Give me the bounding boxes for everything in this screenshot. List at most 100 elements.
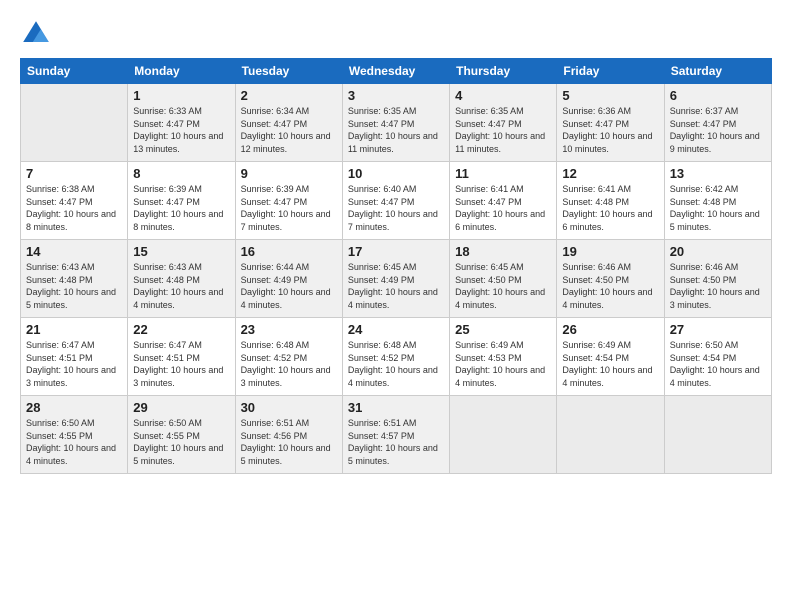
day-number: 20 [670, 244, 766, 259]
day-info: Sunrise: 6:44 AMSunset: 4:49 PMDaylight:… [241, 261, 337, 311]
day-number: 15 [133, 244, 229, 259]
day-number: 19 [562, 244, 658, 259]
day-info: Sunrise: 6:33 AMSunset: 4:47 PMDaylight:… [133, 105, 229, 155]
header-friday: Friday [557, 59, 664, 84]
day-number: 27 [670, 322, 766, 337]
day-number: 26 [562, 322, 658, 337]
calendar-cell: 19 Sunrise: 6:46 AMSunset: 4:50 PMDayligh… [557, 240, 664, 318]
calendar-cell: 26 Sunrise: 6:49 AMSunset: 4:54 PMDayligh… [557, 318, 664, 396]
day-number: 29 [133, 400, 229, 415]
calendar-cell: 30 Sunrise: 6:51 AMSunset: 4:56 PMDayligh… [235, 396, 342, 474]
calendar-cell: 2 Sunrise: 6:34 AMSunset: 4:47 PMDaylight… [235, 84, 342, 162]
day-info: Sunrise: 6:47 AMSunset: 4:51 PMDaylight:… [26, 339, 122, 389]
calendar-cell: 16 Sunrise: 6:44 AMSunset: 4:49 PMDayligh… [235, 240, 342, 318]
day-number: 16 [241, 244, 337, 259]
day-info: Sunrise: 6:43 AMSunset: 4:48 PMDaylight:… [26, 261, 122, 311]
day-number: 8 [133, 166, 229, 181]
calendar-week-row: 28 Sunrise: 6:50 AMSunset: 4:55 PMDayligh… [21, 396, 772, 474]
day-number: 22 [133, 322, 229, 337]
header-thursday: Thursday [450, 59, 557, 84]
calendar-cell: 24 Sunrise: 6:48 AMSunset: 4:52 PMDayligh… [342, 318, 449, 396]
calendar-cell: 7 Sunrise: 6:38 AMSunset: 4:47 PMDaylight… [21, 162, 128, 240]
day-info: Sunrise: 6:34 AMSunset: 4:47 PMDaylight:… [241, 105, 337, 155]
calendar-cell: 12Sunrise: 6:41 AMSunset: 4:48 PMDayligh… [557, 162, 664, 240]
calendar-cell: 21 Sunrise: 6:47 AMSunset: 4:51 PMDayligh… [21, 318, 128, 396]
day-number: 17 [348, 244, 444, 259]
header [20, 18, 772, 50]
day-number: 14 [26, 244, 122, 259]
day-info: Sunrise: 6:39 AMSunset: 4:47 PMDaylight:… [133, 183, 229, 233]
day-number: 31 [348, 400, 444, 415]
header-wednesday: Wednesday [342, 59, 449, 84]
calendar-cell: 31 Sunrise: 6:51 AMSunset: 4:57 PMDayligh… [342, 396, 449, 474]
day-info: Sunrise: 6:41 AMSunset: 4:47 PMDaylight:… [455, 183, 551, 233]
day-info: Sunrise: 6:43 AMSunset: 4:48 PMDaylight:… [133, 261, 229, 311]
day-info: Sunrise: 6:38 AMSunset: 4:47 PMDaylight:… [26, 183, 122, 233]
day-info: Sunrise: 6:45 AMSunset: 4:49 PMDaylight:… [348, 261, 444, 311]
day-info: Sunrise: 6:37 AMSunset: 4:47 PMDaylight:… [670, 105, 766, 155]
day-info: Sunrise: 6:35 AMSunset: 4:47 PMDaylight:… [455, 105, 551, 155]
day-info: Sunrise: 6:49 AMSunset: 4:54 PMDaylight:… [562, 339, 658, 389]
calendar-cell [664, 396, 771, 474]
day-info: Sunrise: 6:50 AMSunset: 4:55 PMDaylight:… [26, 417, 122, 467]
day-info: Sunrise: 6:47 AMSunset: 4:51 PMDaylight:… [133, 339, 229, 389]
day-info: Sunrise: 6:50 AMSunset: 4:55 PMDaylight:… [133, 417, 229, 467]
calendar-cell: 23 Sunrise: 6:48 AMSunset: 4:52 PMDayligh… [235, 318, 342, 396]
calendar-cell: 6 Sunrise: 6:37 AMSunset: 4:47 PMDaylight… [664, 84, 771, 162]
day-info: Sunrise: 6:46 AMSunset: 4:50 PMDaylight:… [562, 261, 658, 311]
calendar-cell [557, 396, 664, 474]
day-number: 25 [455, 322, 551, 337]
day-info: Sunrise: 6:51 AMSunset: 4:56 PMDaylight:… [241, 417, 337, 467]
calendar-cell: 15 Sunrise: 6:43 AMSunset: 4:48 PMDayligh… [128, 240, 235, 318]
calendar-week-row: 1 Sunrise: 6:33 AMSunset: 4:47 PMDaylight… [21, 84, 772, 162]
day-number: 10 [348, 166, 444, 181]
calendar-cell: 27 Sunrise: 6:50 AMSunset: 4:54 PMDayligh… [664, 318, 771, 396]
calendar-cell: 14 Sunrise: 6:43 AMSunset: 4:48 PMDayligh… [21, 240, 128, 318]
calendar-cell: 4 Sunrise: 6:35 AMSunset: 4:47 PMDaylight… [450, 84, 557, 162]
day-info: Sunrise: 6:48 AMSunset: 4:52 PMDaylight:… [348, 339, 444, 389]
header-monday: Monday [128, 59, 235, 84]
day-info: Sunrise: 6:36 AMSunset: 4:47 PMDaylight:… [562, 105, 658, 155]
day-info: Sunrise: 6:42 AMSunset: 4:48 PMDaylight:… [670, 183, 766, 233]
day-number: 30 [241, 400, 337, 415]
day-info: Sunrise: 6:41 AMSunset: 4:48 PMDaylight:… [562, 183, 658, 233]
calendar-week-row: 21 Sunrise: 6:47 AMSunset: 4:51 PMDayligh… [21, 318, 772, 396]
calendar-cell [21, 84, 128, 162]
calendar-cell: 10Sunrise: 6:40 AMSunset: 4:47 PMDayligh… [342, 162, 449, 240]
day-number: 7 [26, 166, 122, 181]
day-info: Sunrise: 6:39 AMSunset: 4:47 PMDaylight:… [241, 183, 337, 233]
page: SundayMondayTuesdayWednesdayThursdayFrid… [0, 0, 792, 612]
day-number: 24 [348, 322, 444, 337]
calendar-cell: 18 Sunrise: 6:45 AMSunset: 4:50 PMDayligh… [450, 240, 557, 318]
day-number: 9 [241, 166, 337, 181]
header-saturday: Saturday [664, 59, 771, 84]
day-info: Sunrise: 6:50 AMSunset: 4:54 PMDaylight:… [670, 339, 766, 389]
calendar-cell: 13Sunrise: 6:42 AMSunset: 4:48 PMDayligh… [664, 162, 771, 240]
calendar-cell: 17 Sunrise: 6:45 AMSunset: 4:49 PMDayligh… [342, 240, 449, 318]
day-info: Sunrise: 6:45 AMSunset: 4:50 PMDaylight:… [455, 261, 551, 311]
day-number: 28 [26, 400, 122, 415]
calendar-cell: 22 Sunrise: 6:47 AMSunset: 4:51 PMDayligh… [128, 318, 235, 396]
calendar-cell: 3Sunrise: 6:35 AMSunset: 4:47 PMDaylight… [342, 84, 449, 162]
day-number: 5 [562, 88, 658, 103]
day-number: 1 [133, 88, 229, 103]
day-number: 4 [455, 88, 551, 103]
day-info: Sunrise: 6:46 AMSunset: 4:50 PMDaylight:… [670, 261, 766, 311]
day-info: Sunrise: 6:49 AMSunset: 4:53 PMDaylight:… [455, 339, 551, 389]
logo [20, 18, 56, 50]
calendar-cell: 20 Sunrise: 6:46 AMSunset: 4:50 PMDayligh… [664, 240, 771, 318]
calendar-cell: 11Sunrise: 6:41 AMSunset: 4:47 PMDayligh… [450, 162, 557, 240]
day-info: Sunrise: 6:51 AMSunset: 4:57 PMDaylight:… [348, 417, 444, 467]
calendar-week-row: 7 Sunrise: 6:38 AMSunset: 4:47 PMDaylight… [21, 162, 772, 240]
calendar-cell: 28 Sunrise: 6:50 AMSunset: 4:55 PMDayligh… [21, 396, 128, 474]
day-number: 21 [26, 322, 122, 337]
day-number: 18 [455, 244, 551, 259]
calendar-cell: 25 Sunrise: 6:49 AMSunset: 4:53 PMDayligh… [450, 318, 557, 396]
day-number: 2 [241, 88, 337, 103]
day-info: Sunrise: 6:48 AMSunset: 4:52 PMDaylight:… [241, 339, 337, 389]
day-info: Sunrise: 6:35 AMSunset: 4:47 PMDaylight:… [348, 105, 444, 155]
calendar-cell: 1 Sunrise: 6:33 AMSunset: 4:47 PMDaylight… [128, 84, 235, 162]
header-sunday: Sunday [21, 59, 128, 84]
day-number: 6 [670, 88, 766, 103]
day-number: 23 [241, 322, 337, 337]
